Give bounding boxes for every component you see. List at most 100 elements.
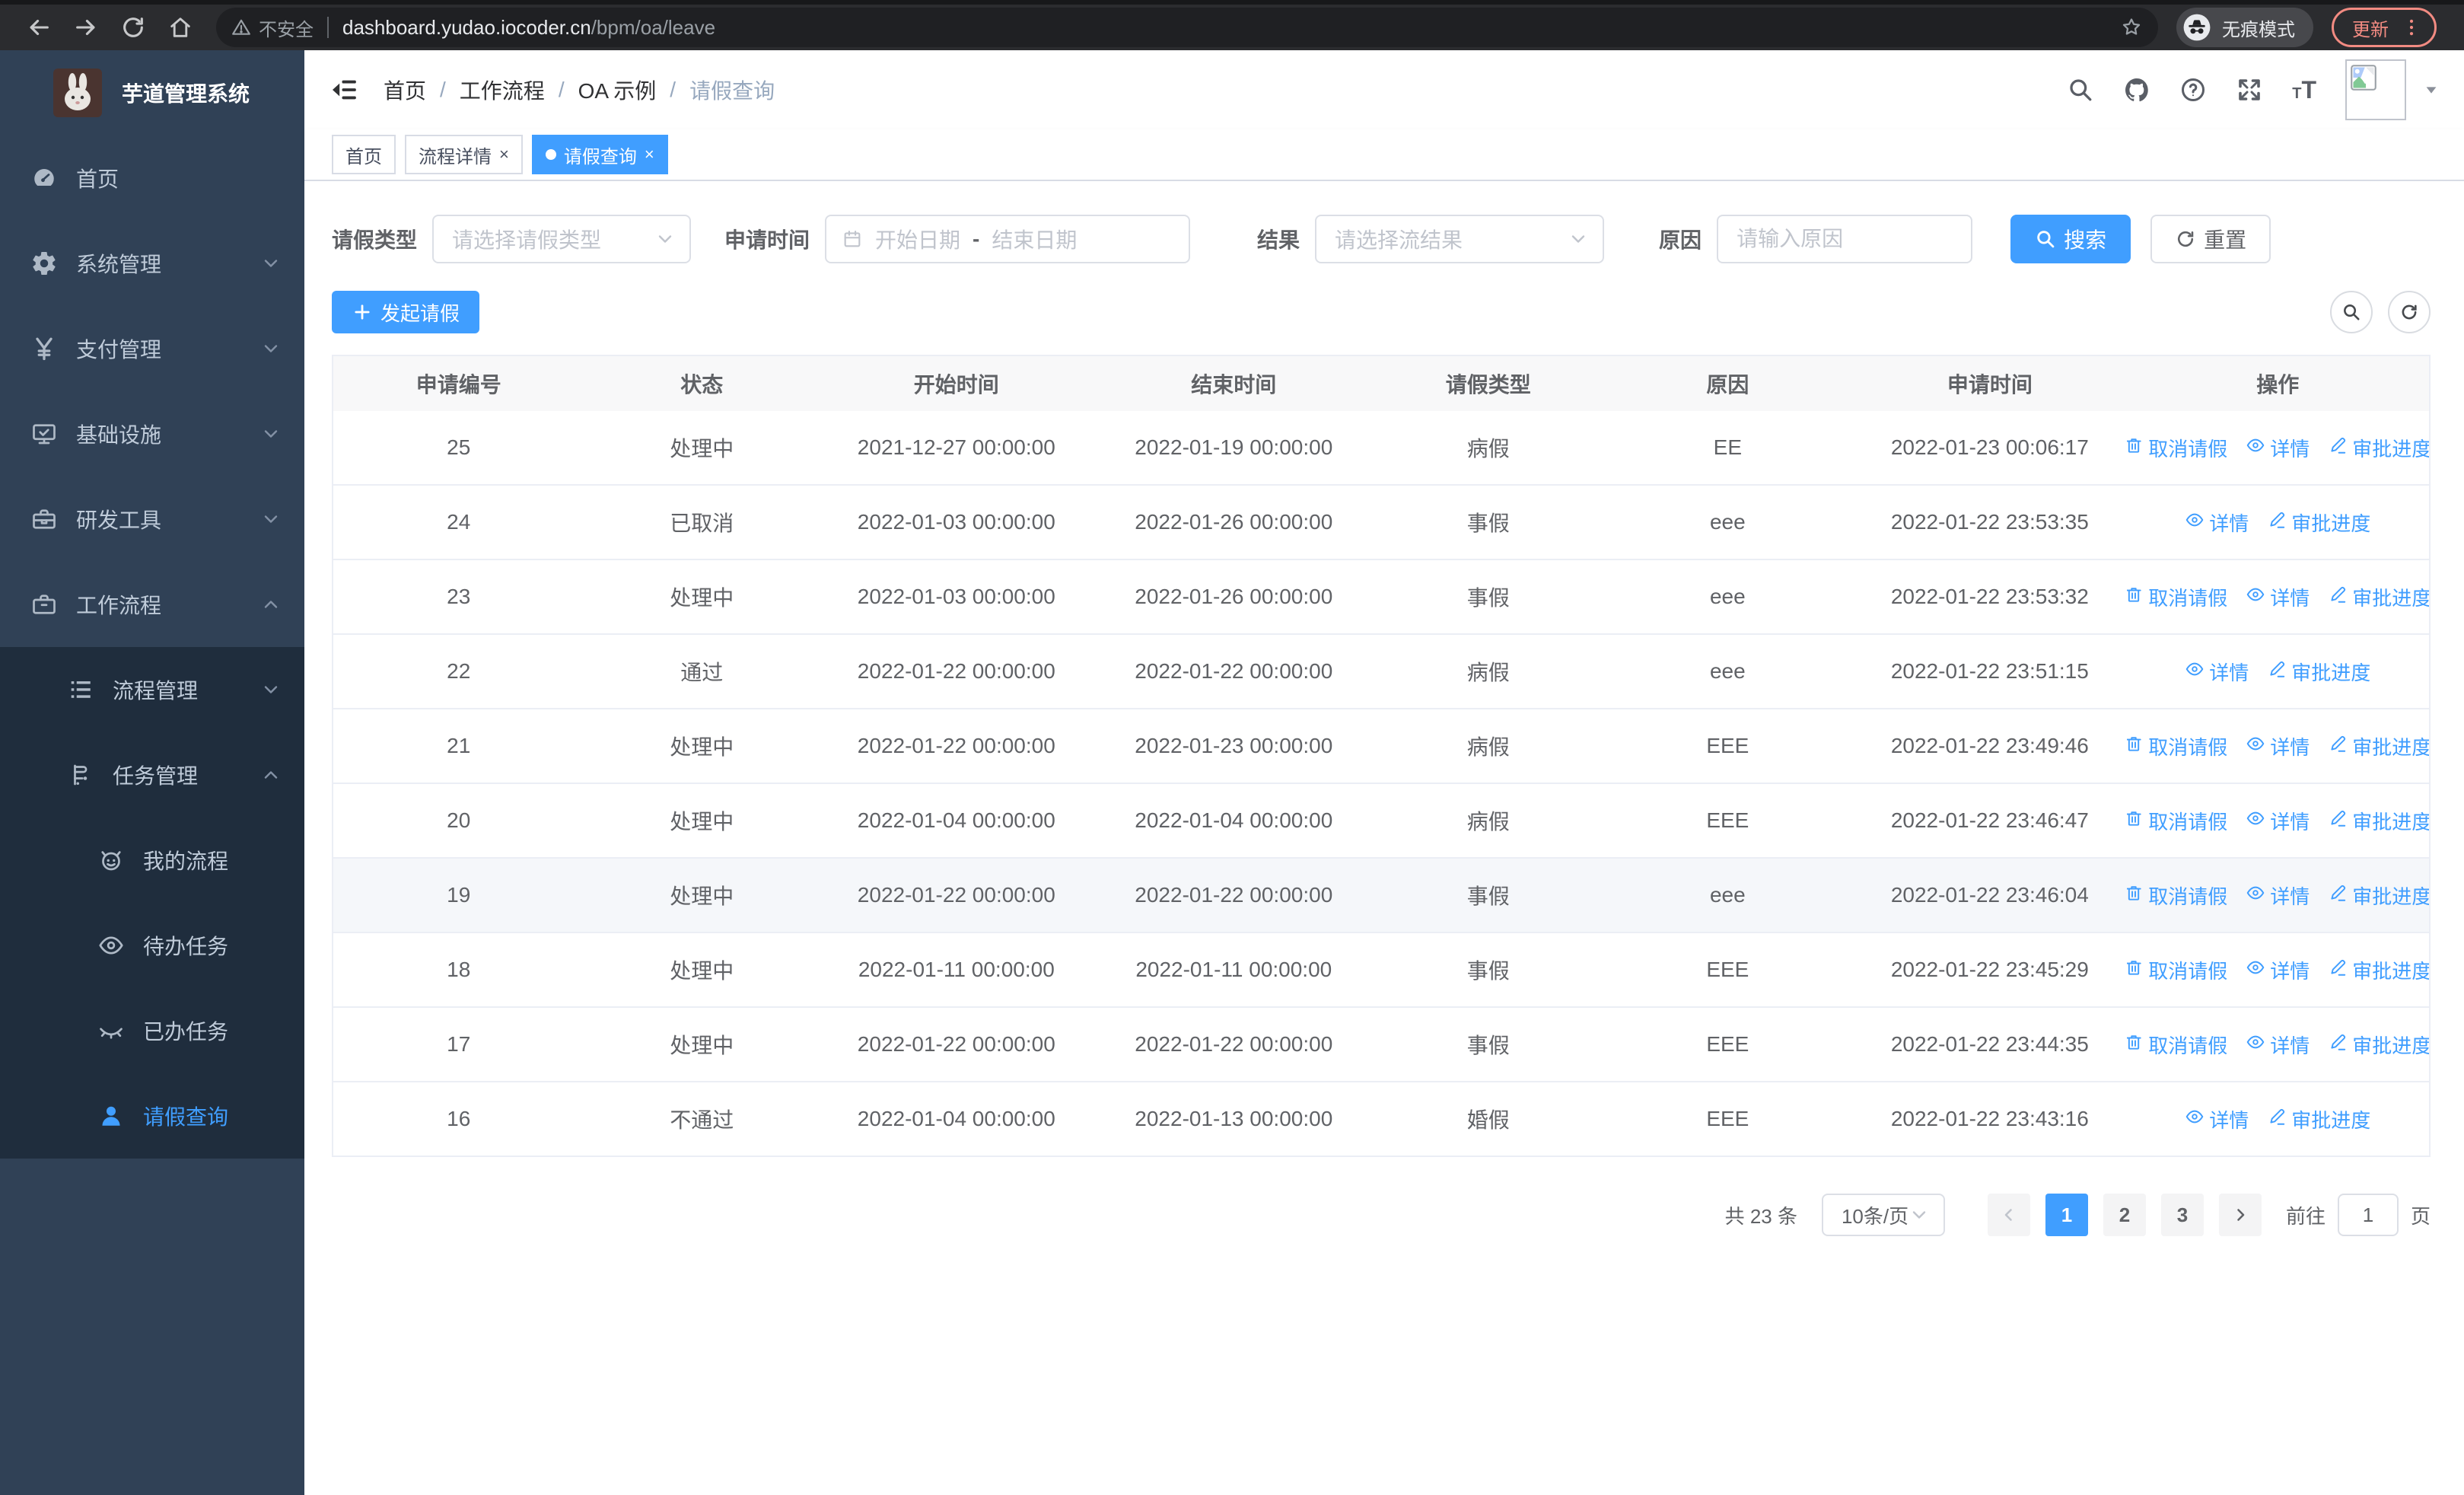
eye-icon xyxy=(2185,1107,2205,1132)
page-1-button[interactable]: 1 xyxy=(2045,1194,2088,1236)
action-cancel-link[interactable]: 取消请假 xyxy=(2126,956,2227,984)
update-button[interactable]: 更新 xyxy=(2332,8,2437,47)
action-detail-link[interactable]: 详情 xyxy=(2185,508,2249,537)
action-progress-link[interactable]: 审批进度 xyxy=(2328,732,2429,760)
leave-type-label: 请假类型 xyxy=(332,228,418,252)
action-detail-link[interactable]: 详情 xyxy=(2246,956,2310,984)
action-cancel-link[interactable]: 取消请假 xyxy=(2126,1031,2227,1059)
action-label: 审批进度 xyxy=(2291,512,2371,535)
security-warning[interactable]: 不安全 xyxy=(231,14,314,41)
search-button[interactable]: 搜索 xyxy=(2010,215,2131,263)
back-icon[interactable] xyxy=(26,14,52,40)
fullscreen-icon[interactable] xyxy=(2236,76,2263,104)
close-icon[interactable]: × xyxy=(499,146,509,163)
date-separator: - xyxy=(973,227,980,250)
home-icon[interactable] xyxy=(167,14,193,40)
sidebar-item-todo-tasks[interactable]: 待办任务 xyxy=(0,903,304,988)
action-detail-link[interactable]: 详情 xyxy=(2246,583,2310,611)
prev-page-button[interactable] xyxy=(1987,1194,2030,1236)
url-text: dashboard.yudao.iocoder.cn/bpm/oa/leave xyxy=(342,15,716,39)
action-detail-link[interactable]: 详情 xyxy=(2246,732,2310,760)
page-2-button[interactable]: 2 xyxy=(2103,1194,2146,1236)
sidebar-item-home[interactable]: 首页 xyxy=(0,135,304,221)
sidebar-menu: 首页 系统管理 支付管理 基础设施研发工具工作流程流程管理任务管理 我的流程 待办任务 已办… xyxy=(0,135,304,1159)
action-detail-link[interactable]: 详情 xyxy=(2185,658,2249,686)
apply-time-range-picker[interactable]: 开始日期 - 结束日期 xyxy=(825,215,1191,263)
action-progress-link[interactable]: 审批进度 xyxy=(2267,1105,2370,1133)
github-icon[interactable] xyxy=(2123,76,2150,104)
briefcase-icon xyxy=(30,591,58,618)
breadcrumb-oa-example[interactable]: OA 示例 xyxy=(578,75,657,105)
sidebar-item-label: 流程管理 xyxy=(113,679,199,703)
app-logo[interactable]: 芋道管理系统 xyxy=(0,50,304,135)
action-cancel-link[interactable]: 取消请假 xyxy=(2126,583,2227,611)
sidebar-item-payment[interactable]: 支付管理 xyxy=(0,306,304,391)
refresh-table-button[interactable] xyxy=(2388,291,2431,333)
tab-首页[interactable]: 首页 xyxy=(332,135,396,174)
action-progress-link[interactable]: 审批进度 xyxy=(2328,434,2429,462)
reload-icon[interactable] xyxy=(120,14,146,40)
page-size-select[interactable]: 10条/页 xyxy=(1821,1194,1945,1236)
cell-apply-time: 2022-01-22 23:51:15 xyxy=(1890,659,2089,683)
forward-icon[interactable] xyxy=(73,14,99,40)
font-size-icon[interactable]: TT xyxy=(2292,76,2316,104)
reset-button[interactable]: 重置 xyxy=(2150,215,2271,263)
action-detail-link[interactable]: 详情 xyxy=(2246,807,2310,835)
cell-actions: 取消请假 详情 审批进度 xyxy=(2126,807,2429,835)
action-progress-link[interactable]: 审批进度 xyxy=(2267,658,2370,686)
sidebar-item-label: 研发工具 xyxy=(76,508,162,532)
cell-id: 22 xyxy=(447,659,471,683)
result-select[interactable]: 请选择流结果 xyxy=(1315,215,1605,263)
action-progress-link[interactable]: 审批进度 xyxy=(2328,1031,2429,1059)
action-progress-link[interactable]: 审批进度 xyxy=(2267,508,2370,537)
toggle-search-button[interactable] xyxy=(2330,291,2373,333)
leave-type-select[interactable]: 请选择请假类型 xyxy=(432,215,692,263)
create-leave-button[interactable]: 发起请假 xyxy=(332,291,480,333)
action-cancel-link[interactable]: 取消请假 xyxy=(2126,881,2227,910)
action-progress-link[interactable]: 审批进度 xyxy=(2328,807,2429,835)
tab-请假查询[interactable]: 请假查询 × xyxy=(531,135,668,174)
sidebar-item-task-mgmt[interactable]: 任务管理 xyxy=(0,732,304,818)
page-3-button[interactable]: 3 xyxy=(2160,1194,2204,1236)
sidebar-toggle-icon[interactable] xyxy=(329,75,359,105)
sidebar-item-leave-query[interactable]: 请假查询 xyxy=(0,1073,304,1159)
sidebar-item-done-tasks[interactable]: 已办任务 xyxy=(0,988,304,1073)
tab-流程详情[interactable]: 流程详情 × xyxy=(405,135,523,174)
action-progress-link[interactable]: 审批进度 xyxy=(2328,881,2429,910)
breadcrumb-home[interactable]: 首页 xyxy=(384,75,426,105)
avatar[interactable] xyxy=(2345,59,2406,120)
action-progress-link[interactable]: 审批进度 xyxy=(2328,956,2429,984)
close-icon[interactable]: × xyxy=(645,146,654,163)
action-progress-link[interactable]: 审批进度 xyxy=(2328,583,2429,611)
cell-leave-type: 事假 xyxy=(1466,586,1510,610)
sidebar-item-workflow[interactable]: 工作流程 xyxy=(0,562,304,647)
action-cancel-link[interactable]: 取消请假 xyxy=(2126,807,2227,835)
kebab-menu-icon[interactable] xyxy=(2401,17,2422,38)
bookmark-star-icon[interactable] xyxy=(2120,16,2143,39)
action-detail-link[interactable]: 详情 xyxy=(2185,1105,2249,1133)
caret-down-icon[interactable] xyxy=(2423,81,2440,98)
chevron-up-icon xyxy=(262,595,280,614)
sidebar-item-devtools[interactable]: 研发工具 xyxy=(0,477,304,562)
action-detail-link[interactable]: 详情 xyxy=(2246,1031,2310,1059)
reason-input[interactable] xyxy=(1737,227,1953,251)
action-detail-link[interactable]: 详情 xyxy=(2246,881,2310,910)
action-detail-link[interactable]: 详情 xyxy=(2246,434,2310,462)
action-cancel-link[interactable]: 取消请假 xyxy=(2126,732,2227,760)
edit-icon xyxy=(2328,585,2348,610)
goto-page-input[interactable] xyxy=(2338,1203,2397,1227)
sidebar-item-infra[interactable]: 基础设施 xyxy=(0,391,304,477)
sidebar-item-system[interactable]: 系统管理 xyxy=(0,221,304,306)
sidebar-item-process-mgmt[interactable]: 流程管理 xyxy=(0,647,304,732)
action-cancel-link[interactable]: 取消请假 xyxy=(2126,434,2227,462)
action-label: 详情 xyxy=(2270,959,2310,983)
sidebar-item-my-process[interactable]: 我的流程 xyxy=(0,818,304,903)
address-bar[interactable]: 不安全 dashboard.yudao.iocoder.cn/bpm/oa/le… xyxy=(216,8,2158,47)
action-label: 审批进度 xyxy=(2352,586,2429,610)
search-icon[interactable] xyxy=(2067,76,2094,104)
next-page-button[interactable] xyxy=(2218,1194,2262,1236)
cell-reason: EE xyxy=(1713,435,1743,459)
trash-icon xyxy=(2126,585,2144,610)
help-icon[interactable] xyxy=(2179,76,2207,104)
breadcrumb-workflow[interactable]: 工作流程 xyxy=(460,75,545,105)
